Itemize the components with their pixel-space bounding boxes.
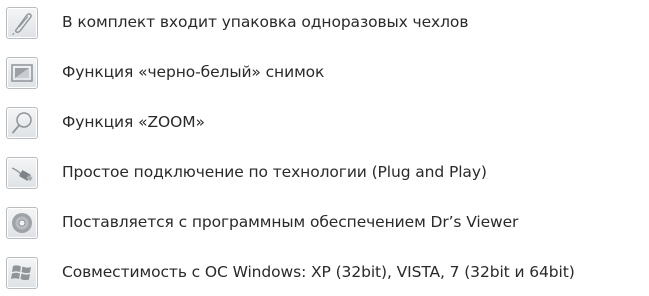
feature-label: Функция «черно-белый» снимок <box>62 63 325 82</box>
windows-logo-icon <box>6 257 38 289</box>
feature-item-software: Поставляется с программным обеспечением … <box>6 206 646 240</box>
feature-list: В комплект входит упаковка одноразовых ч… <box>6 6 646 290</box>
feature-label: Совместимость с ОС Windows: XP (32bit), … <box>62 263 575 282</box>
disposable-cover-icon <box>6 7 38 39</box>
feature-label: В комплект входит упаковка одноразовых ч… <box>62 13 469 32</box>
monochrome-photo-icon <box>6 57 38 89</box>
zoom-magnifier-icon <box>6 107 38 139</box>
usb-plug-icon <box>6 157 38 189</box>
feature-label: Функция «ZOOM» <box>62 113 205 132</box>
software-disc-icon <box>6 207 38 239</box>
feature-item-black-white: Функция «черно-белый» снимок <box>6 56 646 90</box>
feature-label: Простое подключение по технологии (Plug … <box>62 163 487 182</box>
feature-item-zoom: Функция «ZOOM» <box>6 106 646 140</box>
feature-item-disposable-covers: В комплект входит упаковка одноразовых ч… <box>6 6 646 40</box>
feature-label: Поставляется с программным обеспечением … <box>62 213 519 232</box>
feature-item-windows-compat: Совместимость с ОС Windows: XP (32bit), … <box>6 256 646 290</box>
feature-item-plug-and-play: Простое подключение по технологии (Plug … <box>6 156 646 190</box>
